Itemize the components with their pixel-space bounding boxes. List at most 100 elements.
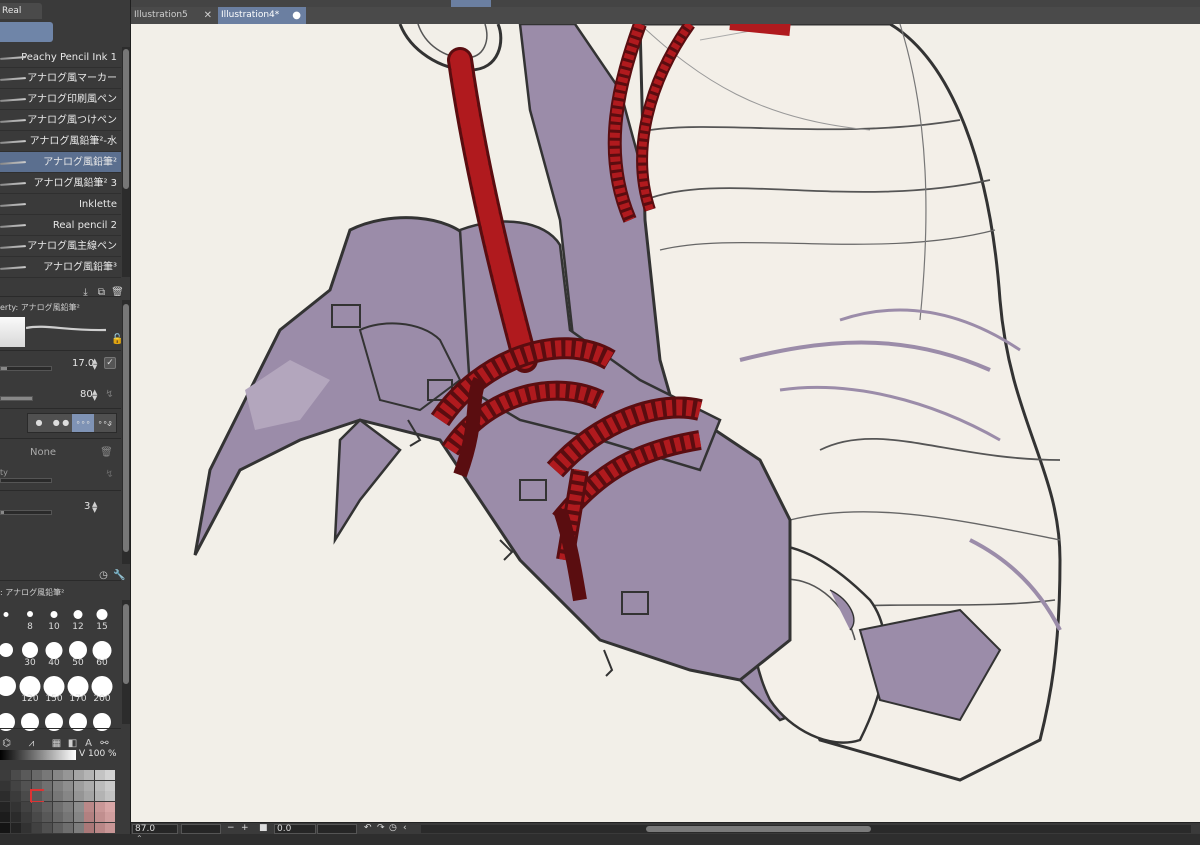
palette-swatch[interactable] bbox=[105, 812, 115, 822]
brush-size-pressure-toggle[interactable]: ✓ bbox=[104, 357, 116, 369]
duplicate-icon[interactable]: ⧉ bbox=[95, 286, 108, 299]
sub-tool-item[interactable]: アナログ風主線ペン bbox=[0, 236, 121, 257]
brush-size-preset[interactable]: 60 bbox=[90, 636, 114, 668]
palette-swatch[interactable] bbox=[105, 780, 115, 791]
palette-swatch[interactable] bbox=[94, 780, 105, 791]
palette-swatch[interactable] bbox=[42, 801, 52, 812]
brush-size-preset[interactable]: 12 bbox=[66, 600, 90, 632]
brush-size-preset[interactable]: 30 bbox=[18, 636, 42, 668]
palette-swatch[interactable] bbox=[21, 770, 31, 780]
texture-value[interactable]: None bbox=[30, 447, 56, 458]
fit-view-icon[interactable]: ■ bbox=[259, 823, 268, 834]
stabilization-spinner[interactable]: ▲ ▼ bbox=[92, 501, 101, 514]
sub-tool-item[interactable]: Real pencil 2 bbox=[0, 215, 121, 236]
palette-swatch[interactable] bbox=[73, 780, 84, 791]
chevron-down-icon[interactable]: ⌄ bbox=[103, 417, 116, 430]
opacity-pressure-icon[interactable]: ↯ bbox=[103, 388, 116, 401]
palette-swatch[interactable] bbox=[94, 822, 105, 833]
value-slider[interactable] bbox=[0, 750, 76, 760]
palette-swatch[interactable] bbox=[0, 780, 10, 791]
palette-swatch[interactable] bbox=[42, 770, 52, 780]
palette-swatch[interactable] bbox=[31, 780, 42, 791]
sub-tool-group-highlight[interactable] bbox=[0, 22, 53, 42]
sub-tool-item[interactable]: アナログ風鉛筆² 3 bbox=[0, 173, 121, 194]
brush-size-value[interactable]: 17.0 bbox=[72, 358, 94, 369]
stabilization-slider[interactable] bbox=[0, 510, 52, 515]
palette-swatch[interactable] bbox=[52, 801, 63, 812]
sub-tool-scroll-thumb[interactable] bbox=[123, 49, 129, 189]
palette-swatch[interactable] bbox=[73, 770, 84, 780]
palette-swatch[interactable] bbox=[0, 791, 10, 801]
rotation-field[interactable]: 0.0 bbox=[274, 824, 316, 834]
chevron-up-icon[interactable]: ⌃ bbox=[136, 834, 143, 843]
unsaved-dot-icon[interactable]: ● bbox=[292, 7, 301, 24]
tool-property-scrollbar[interactable] bbox=[122, 300, 130, 564]
brush-shape-option-selected[interactable]: ∘∘∘ bbox=[72, 414, 94, 432]
palette-swatch[interactable] bbox=[0, 822, 10, 833]
sub-tool-scrollbar[interactable] bbox=[122, 47, 130, 277]
canvas-area[interactable] bbox=[131, 24, 1200, 822]
palette-swatch[interactable] bbox=[10, 770, 21, 780]
opacity-spinner[interactable]: ▲ ▼ bbox=[92, 389, 101, 402]
zoom-slider[interactable] bbox=[181, 824, 221, 834]
color-set-tab-icon[interactable]: ▦ bbox=[50, 737, 63, 750]
palette-swatch[interactable] bbox=[10, 822, 21, 833]
tab-illustration4[interactable]: Illustration4* ● bbox=[218, 7, 306, 24]
texture-density-slider[interactable] bbox=[0, 478, 52, 483]
palette-swatch[interactable] bbox=[63, 780, 73, 791]
tool-property-scroll-thumb[interactable] bbox=[123, 304, 129, 552]
color-history-tab-icon[interactable]: ◧ bbox=[66, 737, 79, 750]
brush-shape-option[interactable]: ● bbox=[28, 414, 50, 432]
zoom-field[interactable]: 87.0 bbox=[132, 824, 178, 834]
palette-swatch[interactable] bbox=[73, 812, 84, 822]
horizontal-scroll-thumb[interactable] bbox=[646, 826, 871, 832]
palette-swatch[interactable] bbox=[105, 791, 115, 801]
palette-swatch[interactable] bbox=[84, 780, 94, 791]
opacity-value[interactable]: 80 bbox=[80, 389, 93, 400]
brush-shape-option[interactable]: ● ● bbox=[50, 414, 72, 432]
palette-swatch[interactable] bbox=[84, 812, 94, 822]
sub-tool-item[interactable]: Inklette bbox=[0, 194, 121, 215]
palette-swatch[interactable] bbox=[31, 770, 42, 780]
palette-swatch[interactable] bbox=[73, 791, 84, 801]
flip-icon[interactable]: ‹ bbox=[403, 823, 407, 834]
palette-swatch[interactable] bbox=[52, 770, 63, 780]
palette-swatch[interactable] bbox=[0, 812, 10, 822]
palette-swatch[interactable] bbox=[105, 822, 115, 833]
texture-pressure-icon[interactable]: ↯ bbox=[103, 468, 116, 481]
palette-swatch[interactable] bbox=[63, 791, 73, 801]
brush-size-preset[interactable]: 170 bbox=[66, 672, 90, 704]
reset-rotation-icon[interactable]: ◷ bbox=[389, 823, 397, 834]
sub-tool-item[interactable]: アナログ風つけペン bbox=[0, 110, 121, 131]
palette-swatch[interactable] bbox=[63, 801, 73, 812]
opacity-slider[interactable] bbox=[0, 396, 33, 401]
palette-swatch[interactable] bbox=[42, 780, 52, 791]
palette-swatch[interactable] bbox=[94, 801, 105, 812]
palette-swatch[interactable] bbox=[31, 812, 42, 822]
color-wheel-tab-icon[interactable]: ⌬ bbox=[0, 737, 13, 750]
brush-size-scrollbar[interactable] bbox=[122, 600, 130, 724]
palette-swatch[interactable] bbox=[84, 791, 94, 801]
palette-swatch[interactable] bbox=[94, 812, 105, 822]
brush-size-preset[interactable]: 10 bbox=[42, 600, 66, 632]
brush-size-preset[interactable]: 40 bbox=[42, 636, 66, 668]
close-icon[interactable]: ✕ bbox=[204, 7, 212, 24]
palette-swatch[interactable] bbox=[42, 822, 52, 833]
palette-swatch[interactable] bbox=[73, 822, 84, 833]
sub-tool-item[interactable]: アナログ風マーカー bbox=[0, 68, 121, 89]
brush-size-preset[interactable]: 120 bbox=[18, 672, 42, 704]
palette-swatch[interactable] bbox=[31, 822, 42, 833]
palette-swatch[interactable] bbox=[21, 812, 31, 822]
brush-size-slider[interactable] bbox=[0, 366, 52, 371]
tab-illustration5[interactable]: Illustration5 ✕ bbox=[131, 7, 217, 24]
brush-size-spinner[interactable]: ▲ ▼ bbox=[92, 358, 101, 371]
brush-size-preset[interactable] bbox=[0, 672, 18, 704]
trash-icon[interactable]: 🗑 bbox=[111, 286, 124, 299]
palette-swatch[interactable] bbox=[21, 780, 31, 791]
brush-group-tab[interactable]: Real pencil bbox=[0, 3, 42, 32]
zoom-out-button[interactable]: − bbox=[227, 823, 235, 834]
rotate-left-icon[interactable]: ↶ bbox=[364, 823, 372, 834]
palette-swatch[interactable] bbox=[31, 801, 42, 812]
brush-size-preset[interactable] bbox=[0, 636, 18, 668]
rotation-slider[interactable] bbox=[317, 824, 357, 834]
